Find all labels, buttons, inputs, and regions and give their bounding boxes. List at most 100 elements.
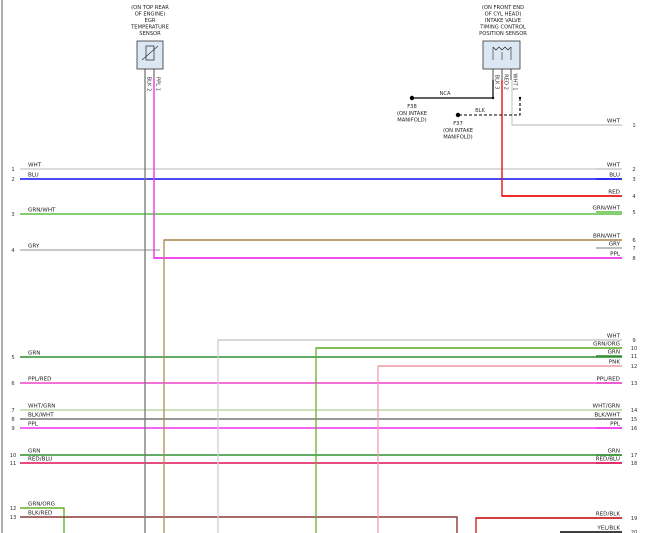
left-wire-label: BLK/RED bbox=[28, 511, 52, 517]
valve-pin-label: BLK 3 bbox=[494, 75, 500, 90]
egr-sensor-caption: SENSOR bbox=[139, 31, 161, 37]
ground-location: (ON INTAKE bbox=[397, 111, 427, 117]
wire-valve-wht bbox=[511, 80, 622, 126]
right-wire-label: PPL/RED bbox=[597, 377, 620, 383]
left-wire-number: 6 bbox=[11, 381, 14, 387]
right-wire-number: 12 bbox=[631, 364, 638, 370]
valve-sensor-caption: (ON FRONT END bbox=[482, 5, 524, 11]
left-wire-number: 9 bbox=[11, 426, 14, 432]
left-wire-number: 5 bbox=[11, 355, 14, 361]
valve-sensor-caption: POSITION SENSOR bbox=[479, 31, 527, 37]
right-wire-label: RED/BLK bbox=[596, 512, 621, 518]
right-wire-number: 10 bbox=[631, 346, 638, 352]
right-wire-number: 5 bbox=[632, 210, 635, 216]
splice-dot bbox=[518, 96, 522, 100]
left-wire-number: 12 bbox=[10, 506, 17, 512]
left-wire-label: WHT/GRN bbox=[28, 404, 55, 410]
right-wire-number: 18 bbox=[631, 461, 638, 467]
left-wire-number: 3 bbox=[11, 212, 14, 218]
right-wire-label: GRN/WHT bbox=[593, 206, 621, 212]
left-wire-number: 8 bbox=[11, 417, 14, 423]
right-wire-label: GRN bbox=[608, 449, 620, 455]
egr-sensor-body bbox=[136, 40, 164, 70]
right-wire-label: RED/BLU bbox=[596, 457, 620, 463]
right-wire-number: 4 bbox=[632, 194, 636, 200]
left-wire-number: 10 bbox=[10, 453, 17, 459]
right-wire-number: 16 bbox=[631, 426, 638, 432]
egr-sensor-caption: TEMPERATURE bbox=[130, 25, 169, 31]
right-wire-label: RED bbox=[608, 190, 620, 196]
right-wire-number: 2 bbox=[632, 167, 635, 173]
right-wire-number: 6 bbox=[632, 238, 635, 244]
left-wire-number: 7 bbox=[11, 408, 14, 414]
ground-location: MANIFOLD) bbox=[443, 135, 472, 141]
right-wire-label: PPL bbox=[610, 422, 621, 428]
splice-dot bbox=[491, 96, 495, 100]
right-wire-number: 14 bbox=[631, 408, 638, 414]
left-wire-number: 11 bbox=[10, 461, 17, 467]
right-wire-number: 3 bbox=[632, 177, 635, 183]
right-wire-label: PPL bbox=[610, 252, 621, 258]
ground-id: F37 bbox=[453, 121, 463, 127]
valve-sensor bbox=[482, 40, 521, 70]
valve-pin-label: RED 2 bbox=[503, 74, 509, 90]
right-wire-label: GRN bbox=[608, 350, 620, 356]
right-wire-label: BLU bbox=[609, 173, 620, 179]
wiring-diagram: 1 WHT 2 BLU 3 GRN/WHT 4 GRY 5 GRN 6 PPL/RED 7 WHT/GRN… bbox=[1, 0, 638, 533]
right-wire-number: 8 bbox=[632, 256, 635, 262]
valve-sensor-caption: TIMING CONTROL bbox=[479, 25, 526, 31]
egr-sensor bbox=[136, 40, 164, 70]
right-wire-number: 17 bbox=[631, 453, 638, 459]
left-wire-number: 1 bbox=[11, 167, 14, 173]
left-wire-label: WHT bbox=[28, 163, 42, 169]
right-wire-number: 11 bbox=[631, 354, 638, 360]
egr-sensor-caption: EGR bbox=[145, 18, 156, 24]
wire-ground-nca bbox=[412, 80, 494, 99]
left-wire-number: 13 bbox=[10, 515, 17, 521]
left-wire-label: GRN bbox=[28, 351, 40, 357]
valve-pin-label: WHT 1 bbox=[512, 73, 518, 90]
wire-pnk-run bbox=[377, 365, 622, 533]
left-wire-number: 4 bbox=[11, 248, 15, 254]
right-wire-label: WHT bbox=[607, 163, 621, 169]
left-wire-label: BLK/WHT bbox=[28, 413, 54, 419]
egr-pin-label: BLK 2 bbox=[146, 77, 152, 92]
right-wire-label: WHT/GRN bbox=[593, 404, 620, 410]
right-wire-number: 19 bbox=[631, 516, 638, 522]
left-wire-label: GRN bbox=[28, 449, 40, 455]
left-wire-label: GRN/WHT bbox=[28, 208, 56, 214]
egr-pin-label: PPL 1 bbox=[155, 77, 161, 91]
wire-left-13 bbox=[20, 516, 458, 533]
egr-sensor-caption: (ON TOP REAR bbox=[131, 5, 169, 11]
right-wire-label: GRN/ORG bbox=[593, 342, 620, 348]
wire-brn-wht-run bbox=[163, 239, 622, 533]
left-wire-number: 2 bbox=[11, 177, 14, 183]
right-wire-label: WHT bbox=[607, 334, 621, 340]
right-wire-label: YEL/BLK bbox=[596, 526, 620, 532]
right-wire-label: BLK/WHT bbox=[594, 413, 620, 419]
ground-wire-label: BLK bbox=[475, 108, 485, 114]
ground-location: (ON INTAKE bbox=[443, 128, 473, 134]
right-wire-label: WHT bbox=[607, 119, 621, 125]
ground-wire-label: NCA bbox=[439, 91, 451, 97]
left-wire-label: GRY bbox=[28, 244, 40, 250]
wire-egr-ppl bbox=[153, 78, 622, 259]
left-wire-label: RED/BLU bbox=[28, 457, 52, 463]
right-wire-label: PNK bbox=[609, 360, 621, 366]
ground-id: F38 bbox=[407, 104, 417, 110]
wire-ground-blk bbox=[458, 98, 521, 116]
ground-location: MANIFOLD) bbox=[397, 118, 426, 124]
valve-sensor-body bbox=[482, 40, 521, 70]
right-wire-number: 13 bbox=[631, 381, 638, 387]
ground-icon bbox=[455, 112, 461, 118]
left-wire-label: GRN/ORG bbox=[28, 502, 55, 508]
wire-grn-org-run bbox=[315, 347, 622, 533]
left-wire-label: PPL/RED bbox=[28, 377, 51, 383]
right-wire-number: 7 bbox=[632, 246, 635, 252]
left-wire-label: PPL bbox=[28, 422, 39, 428]
valve-sensor-caption: OF CYL HEAD) bbox=[485, 12, 522, 18]
wire-wht-run bbox=[217, 339, 622, 533]
valve-sensor-caption: INTAKE VALVE bbox=[485, 18, 521, 24]
right-wire-number: 9 bbox=[632, 338, 635, 344]
right-wire-label: GRY bbox=[609, 242, 621, 248]
